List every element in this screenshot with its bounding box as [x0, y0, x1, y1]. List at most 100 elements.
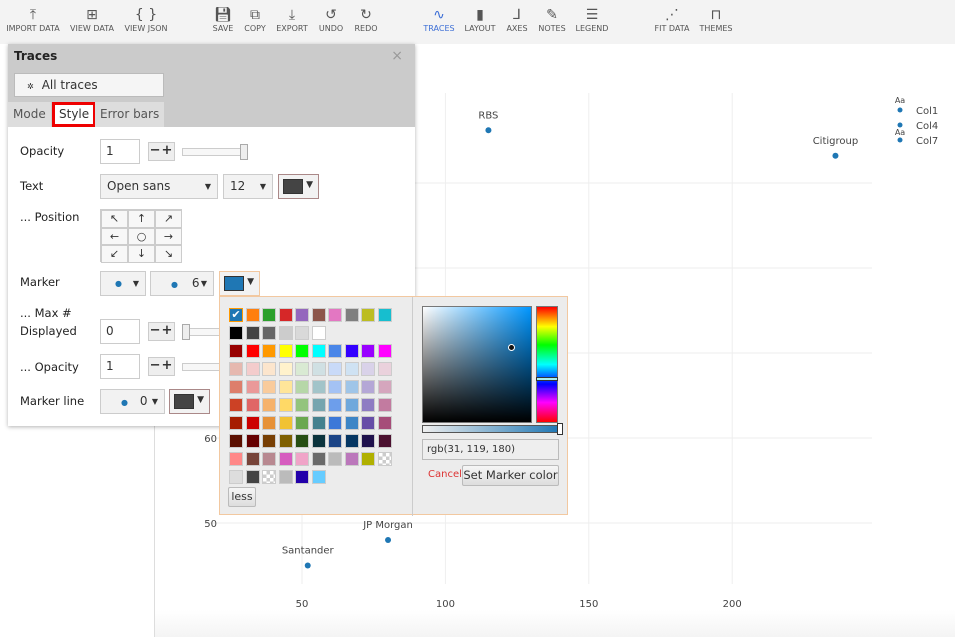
text-position-option[interactable]: ○ — [128, 227, 155, 245]
color-cursor[interactable] — [508, 344, 515, 351]
text-position-option[interactable]: → — [155, 227, 182, 245]
color-swatch[interactable] — [245, 308, 260, 322]
text-position-option[interactable]: ↙ — [101, 245, 128, 263]
marker-color-button[interactable]: ▼ — [219, 271, 260, 296]
color-swatch[interactable] — [295, 362, 309, 376]
color-swatch[interactable] — [245, 362, 260, 376]
marker-opacity-slider[interactable] — [182, 363, 222, 371]
set-marker-color-button[interactable]: Set Marker color — [462, 465, 559, 486]
color-swatch[interactable] — [328, 434, 342, 448]
color-swatch[interactable] — [245, 434, 260, 448]
color-swatch[interactable] — [328, 308, 342, 322]
slider-handle[interactable] — [182, 324, 190, 340]
color-swatch[interactable] — [377, 362, 392, 376]
font-size-select[interactable]: 12 ▼ — [223, 174, 273, 199]
color-swatch[interactable] — [262, 344, 276, 358]
tab-error-bars[interactable]: Error bars — [95, 102, 165, 127]
toolbar-redo-button[interactable]: ↻ REDO — [354, 6, 377, 33]
color-swatch[interactable] — [311, 470, 326, 484]
toolbar-undo-button[interactable]: ↺ UNDO — [319, 6, 343, 33]
color-swatch[interactable] — [311, 398, 326, 412]
color-swatch[interactable] — [328, 344, 342, 358]
color-swatch[interactable]: ✔ — [229, 308, 243, 322]
color-swatch[interactable] — [262, 452, 276, 466]
text-position-option[interactable]: ↗ — [155, 210, 182, 228]
color-swatch[interactable] — [295, 416, 309, 430]
color-swatch[interactable] — [245, 452, 260, 466]
color-swatch[interactable] — [344, 308, 359, 322]
opacity-stepper[interactable]: −+ — [148, 142, 175, 161]
color-swatch[interactable] — [311, 326, 326, 340]
color-swatch[interactable] — [245, 380, 260, 394]
color-swatch[interactable] — [278, 434, 293, 448]
color-swatch[interactable] — [229, 326, 243, 340]
color-swatch[interactable] — [278, 470, 293, 484]
text-position-option[interactable]: ↓ — [128, 245, 155, 263]
color-swatch[interactable] — [278, 398, 293, 412]
color-swatch[interactable] — [328, 416, 342, 430]
color-swatch[interactable] — [262, 398, 276, 412]
color-swatch[interactable] — [295, 452, 309, 466]
alpha-slider[interactable] — [422, 423, 563, 435]
color-swatch[interactable] — [262, 416, 276, 430]
toolbar-traces-button[interactable]: ∿ TRACES — [423, 6, 454, 33]
color-swatch[interactable] — [377, 380, 392, 394]
color-swatch[interactable] — [229, 344, 243, 358]
toolbar-themes-button[interactable]: ⊓ THEMES — [700, 6, 733, 33]
text-color-button[interactable]: ▼ — [278, 174, 319, 199]
color-swatch[interactable] — [311, 344, 326, 358]
color-swatch[interactable] — [328, 362, 342, 376]
text-position-option[interactable]: ↘ — [155, 245, 182, 263]
color-swatch[interactable] — [245, 416, 260, 430]
color-swatch[interactable] — [295, 398, 309, 412]
color-swatch[interactable] — [229, 434, 243, 448]
color-value-input[interactable]: rgb(31, 119, 180) — [422, 439, 559, 460]
text-position-option[interactable]: ↑ — [128, 210, 155, 228]
max-displayed-slider[interactable] — [182, 324, 222, 340]
color-swatch[interactable] — [229, 398, 243, 412]
color-swatch[interactable] — [377, 398, 392, 412]
color-swatch[interactable] — [328, 380, 342, 394]
toolbar-view-data-button[interactable]: ⊞ VIEW DATA — [70, 6, 114, 33]
color-swatch[interactable] — [229, 470, 243, 484]
color-swatch[interactable] — [344, 344, 359, 358]
opacity-input[interactable]: 1 — [100, 139, 140, 164]
color-swatch[interactable] — [344, 398, 359, 412]
toolbar-copy-button[interactable]: ⧉ COPY — [244, 6, 265, 33]
color-swatch[interactable] — [361, 380, 375, 394]
color-swatch[interactable] — [245, 344, 260, 358]
toolbar-legend-button[interactable]: ☰ LEGEND — [576, 6, 609, 33]
color-swatch[interactable] — [278, 452, 293, 466]
color-swatch[interactable] — [278, 344, 293, 358]
hue-slider[interactable] — [536, 306, 558, 423]
color-swatch[interactable] — [295, 380, 309, 394]
color-swatch[interactable] — [278, 362, 293, 376]
color-swatch[interactable] — [262, 380, 276, 394]
color-swatch[interactable] — [245, 470, 260, 484]
color-swatch[interactable] — [377, 434, 392, 448]
color-swatch[interactable] — [295, 326, 309, 340]
toolbar-layout-button[interactable]: ▮ LAYOUT — [465, 6, 496, 33]
color-swatch[interactable] — [262, 308, 276, 322]
hue-handle[interactable] — [536, 377, 558, 381]
marker-opacity-input[interactable]: 1 — [100, 354, 140, 379]
tab-mode[interactable]: Mode — [8, 102, 51, 127]
color-swatch[interactable] — [262, 434, 276, 448]
color-swatch[interactable] — [377, 416, 392, 430]
toolbar-notes-button[interactable]: ✎ NOTES — [538, 6, 565, 33]
color-swatch[interactable] — [377, 308, 392, 322]
trace-select[interactable]: ✲All traces (scatter)▼ — [14, 73, 164, 116]
marker-opacity-stepper[interactable]: −+ — [148, 357, 175, 376]
color-swatch[interactable] — [311, 362, 326, 376]
opacity-slider[interactable] — [182, 144, 248, 160]
color-swatch[interactable] — [229, 452, 243, 466]
color-swatch[interactable] — [377, 344, 392, 358]
color-swatch[interactable] — [361, 308, 375, 322]
max-displayed-input[interactable]: 0 — [100, 319, 140, 344]
color-swatch[interactable] — [361, 362, 375, 376]
cancel-link[interactable]: Cancel — [428, 469, 462, 480]
color-swatch[interactable] — [361, 434, 375, 448]
color-swatch[interactable] — [262, 326, 276, 340]
color-swatch[interactable] — [328, 398, 342, 412]
color-swatch[interactable] — [361, 452, 375, 466]
